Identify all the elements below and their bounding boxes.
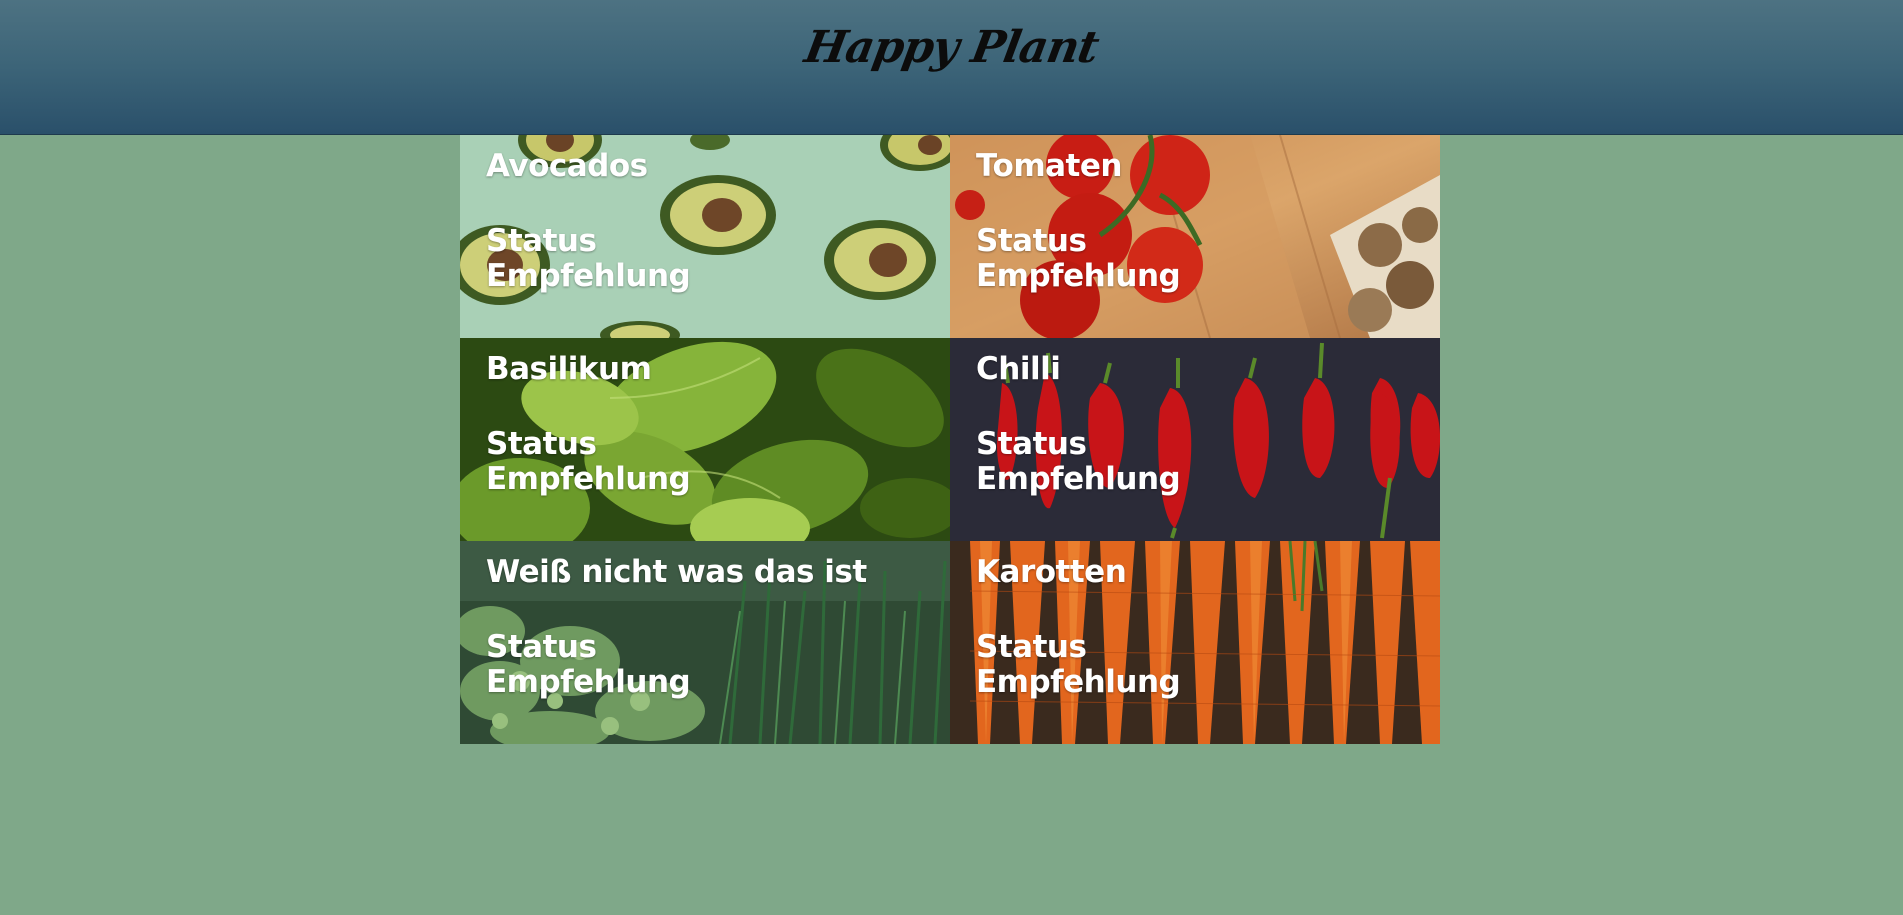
plant-tile-text: Basilikum Status Empfehlung: [486, 352, 940, 497]
plant-tile-basilikum[interactable]: Basilikum Status Empfehlung: [460, 338, 950, 541]
plant-tile-text: Avocados Status Empfehlung: [486, 149, 940, 294]
plant-tile-avocados[interactable]: Avocados Status Empfehlung: [460, 135, 950, 338]
plant-recommendation: Empfehlung: [976, 664, 1181, 700]
plant-grid: Avocados Status Empfehlung Tomaten Statu…: [460, 135, 1440, 744]
plant-tile-text: Karotten Status Empfehlung: [976, 555, 1430, 700]
plant-status: Status: [976, 223, 1087, 259]
plant-status: Status: [486, 223, 597, 259]
plant-tile-text: Chilli Status Empfehlung: [976, 352, 1430, 497]
plant-status: Status: [976, 426, 1087, 462]
plant-status: Status: [486, 426, 597, 462]
plant-status: Status: [486, 629, 597, 665]
plant-recommendation: Empfehlung: [976, 258, 1181, 294]
plant-name: Tomaten: [976, 148, 1122, 184]
plant-tile-chilli[interactable]: Chilli Status Empfehlung: [950, 338, 1440, 541]
plant-status: Status: [976, 629, 1087, 665]
plant-recommendation: Empfehlung: [486, 461, 691, 497]
site-header: Happy Plant: [0, 0, 1903, 135]
plant-recommendation: Empfehlung: [486, 258, 691, 294]
plant-tile-karotten[interactable]: Karotten Status Empfehlung: [950, 541, 1440, 744]
plant-recommendation: Empfehlung: [976, 461, 1181, 497]
plant-tile-text: Tomaten Status Empfehlung: [976, 149, 1430, 294]
plant-tile-tomaten[interactable]: Tomaten Status Empfehlung: [950, 135, 1440, 338]
plant-tile-unknown[interactable]: Weiß nicht was das ist Status Empfehlung: [460, 541, 950, 744]
plant-name: Avocados: [486, 148, 648, 184]
plant-name: Weiß nicht was das ist: [486, 554, 867, 590]
plant-name: Karotten: [976, 554, 1127, 590]
site-logo[interactable]: Happy Plant: [0, 22, 1903, 73]
plant-tile-text: Weiß nicht was das ist Status Empfehlung: [486, 555, 940, 700]
plant-name: Basilikum: [486, 351, 652, 387]
plant-name: Chilli: [976, 351, 1061, 387]
plant-recommendation: Empfehlung: [486, 664, 691, 700]
